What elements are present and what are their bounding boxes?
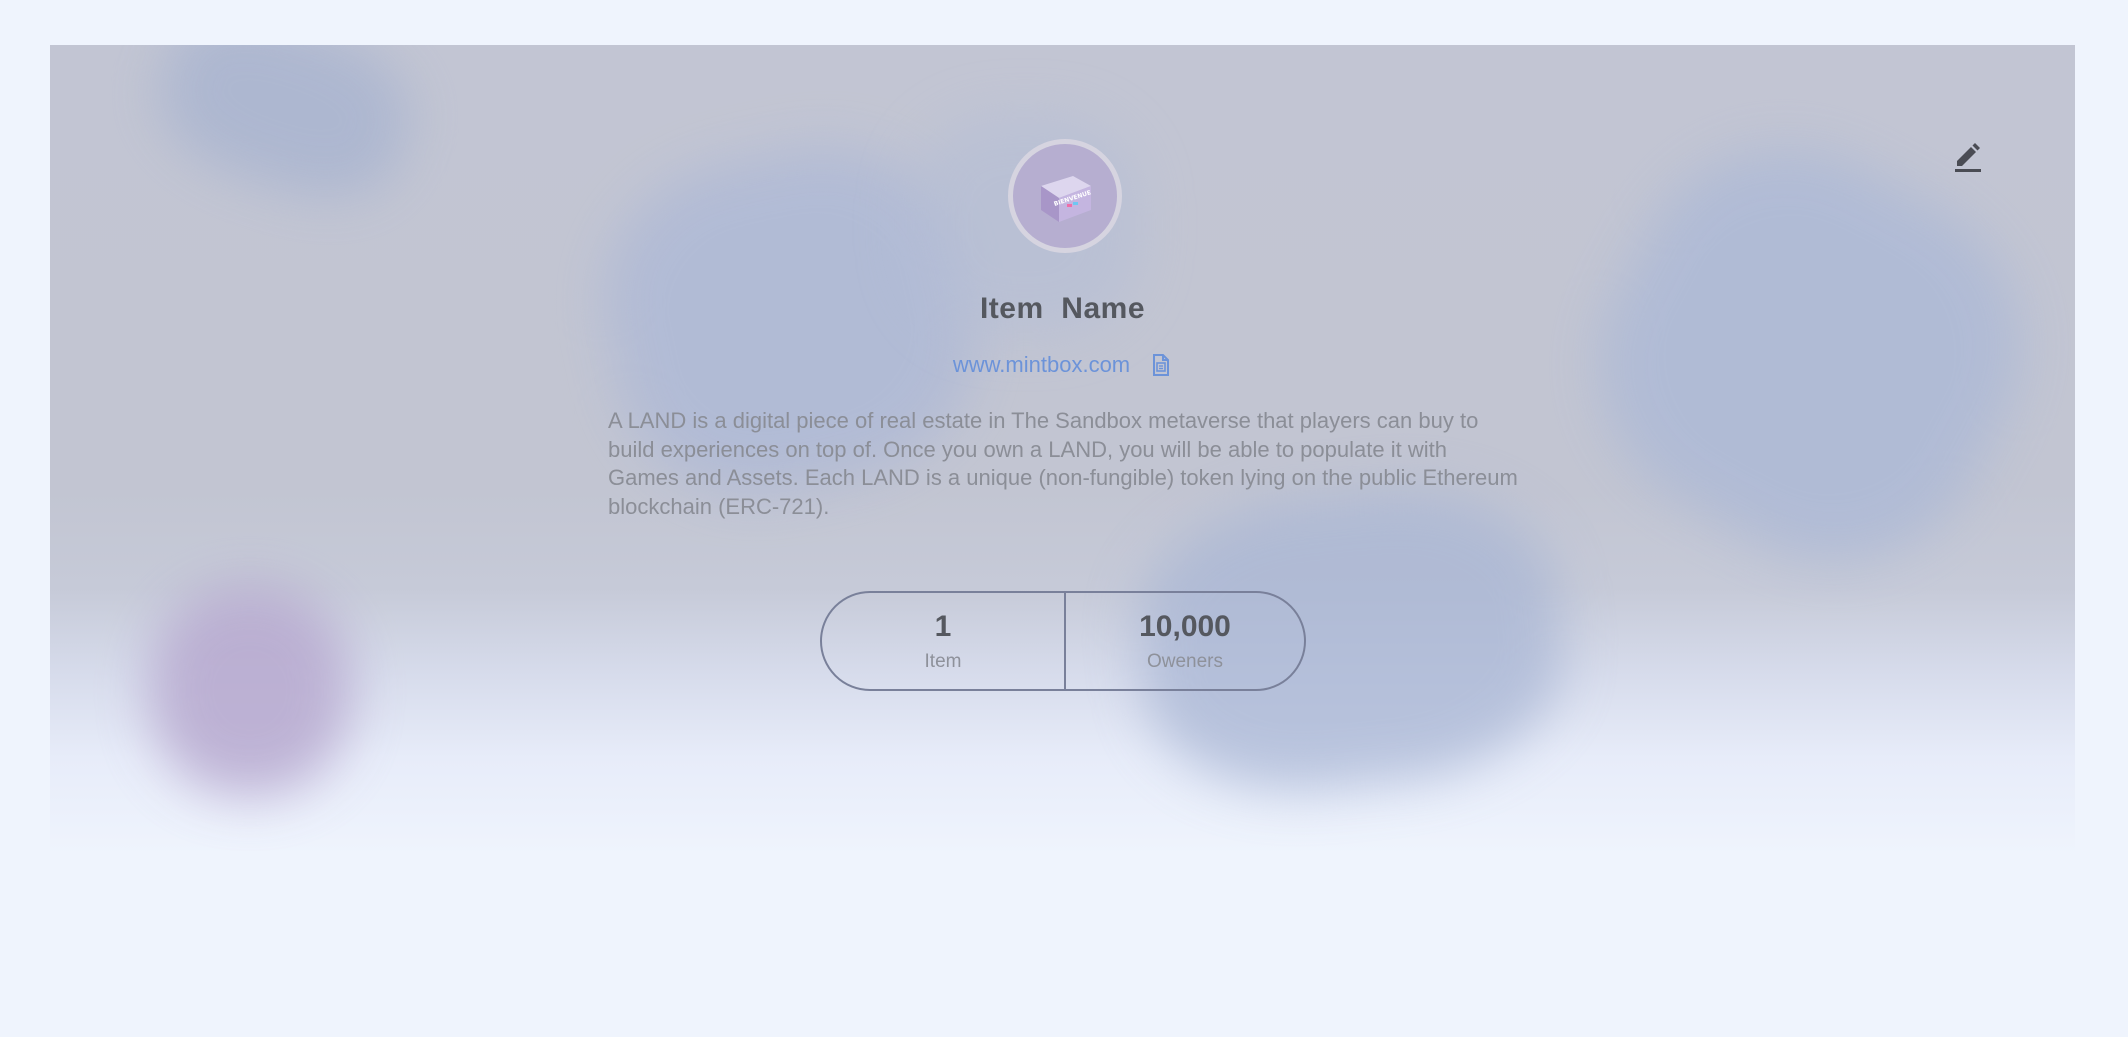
stat-label: Item (924, 651, 962, 672)
copy-link-button[interactable] (1150, 352, 1172, 378)
website-row: www.mintbox.com (50, 352, 2075, 378)
banner-decoration (150, 585, 350, 795)
edit-button[interactable] (1948, 137, 1988, 177)
website-link[interactable]: www.mintbox.com (953, 352, 1130, 378)
pencil-icon (1955, 143, 1981, 172)
collection-title: Item Name (979, 292, 1146, 325)
stat-value: 1 (934, 610, 952, 643)
collection-description: A LAND is a digital piece of real estate… (608, 408, 1518, 519)
stat-owners: 10,000 Oweners (1066, 593, 1304, 689)
cube-box-image: BIENVENUE (1041, 176, 1092, 222)
stat-items: 1 Item (822, 593, 1066, 689)
collection-avatar: BIENVENUE (1008, 139, 1122, 253)
stat-label: Oweners (1146, 651, 1224, 672)
collection-stats: 1 Item 10,000 Oweners (820, 591, 1306, 691)
stat-value: 10,000 (1139, 610, 1231, 643)
banner-decoration (141, 45, 429, 220)
page: BIENVENUE Item Name www.mintbox.com A LA… (0, 0, 2128, 1037)
collection-banner: BIENVENUE Item Name www.mintbox.com A LA… (50, 45, 2075, 855)
copy-document-icon (1153, 354, 1170, 376)
